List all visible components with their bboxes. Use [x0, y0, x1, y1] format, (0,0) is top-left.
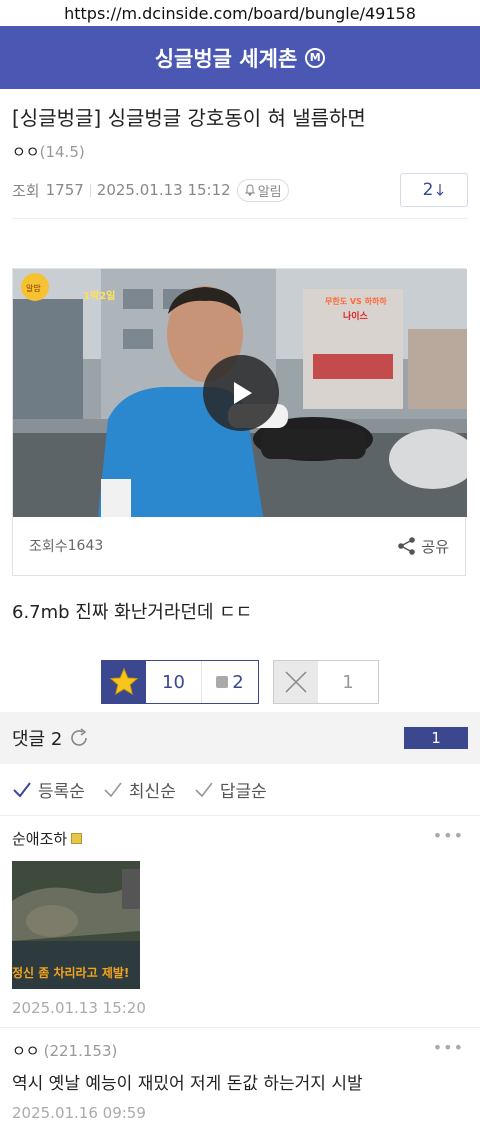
- comment-item: 순애조하 ••• 정신 좀 차리라고 제발! 2025.01.13 15:20: [0, 816, 480, 1028]
- dccon-image: 정신 좀 차리라고 제발!: [12, 861, 140, 989]
- gallery-header[interactable]: 싱글벙글 세계촌 M: [0, 26, 480, 89]
- sort-label: 최신순: [128, 782, 176, 802]
- comment-count: 2: [422, 180, 434, 200]
- video-overlay-logo: 알밥: [26, 283, 41, 293]
- more-icon[interactable]: •••: [433, 1038, 464, 1057]
- url-bar[interactable]: https://m.dcinside.com/board/bungle/4915…: [0, 0, 480, 26]
- comment-text: 역시 옛날 예능이 재밌어 저게 돈값 하는거지 시발: [12, 1074, 363, 1094]
- more-icon[interactable]: •••: [433, 826, 464, 845]
- dccon-picture: 정신 좀 차리라고 제발!: [12, 861, 140, 989]
- sort-replies[interactable]: 답글순: [194, 777, 267, 802]
- video-views-label: 조회수: [29, 539, 68, 555]
- divider: [89, 183, 91, 197]
- comments-count: 2: [50, 729, 63, 750]
- post-writer[interactable]: ㅇㅇ(14.5): [12, 141, 468, 162]
- video-overlay-right-1: 무한도 VS 하하하: [325, 296, 387, 306]
- sort-latest[interactable]: 최신순: [103, 777, 176, 802]
- post-body-text: 6.7mb 진짜 화난거라던데 ㄷㄷ: [12, 602, 253, 623]
- recommend-box: 10 2: [101, 660, 259, 704]
- refresh-icon[interactable]: [68, 727, 90, 749]
- minor-gallery-badge: M: [305, 47, 326, 68]
- post-header: [싱글벙글] 싱글벙글 강호동이 혀 낼름하면 ㅇㅇ(14.5) 조회 1757…: [0, 89, 480, 219]
- post-date: 2025.01.13 15:12: [96, 181, 231, 199]
- sort-label: 등록순: [38, 782, 85, 802]
- check-icon: [195, 782, 213, 797]
- comment-writer[interactable]: 순애조하: [12, 828, 468, 849]
- fixed-recommend[interactable]: 2: [202, 661, 258, 703]
- check-icon: [104, 782, 122, 797]
- check-icon: [13, 781, 31, 798]
- comment-date: 2025.01.16 09:59: [12, 1104, 146, 1122]
- comment-sort-row: 등록순 최신순 답글순: [0, 764, 480, 816]
- nonrecommend-button[interactable]: [274, 661, 318, 703]
- video-footer: 조회수 1643 공유: [13, 517, 465, 575]
- fixed-recommend-count: 2: [232, 671, 244, 693]
- divider: [12, 218, 468, 219]
- recommend-button[interactable]: [102, 661, 146, 703]
- views-label: 조회: [12, 181, 40, 200]
- alarm-button[interactable]: 알림: [236, 178, 289, 202]
- writer-nick[interactable]: ㅇㅇ: [12, 143, 40, 161]
- bell-icon: [244, 184, 255, 196]
- dccon-caption: 정신 좀 차리라고 제발!: [12, 965, 129, 980]
- comment-writer[interactable]: ㅇㅇ (221.153): [12, 1040, 468, 1061]
- url-text: https://m.dcinside.com/board/bungle/4915…: [64, 3, 416, 23]
- share-button[interactable]: 공유: [397, 536, 449, 557]
- star-icon: [109, 667, 139, 696]
- recommend-count: 10: [146, 661, 202, 703]
- comment-nick[interactable]: ㅇㅇ: [12, 1040, 40, 1061]
- sort-label: 답글순: [219, 782, 267, 802]
- share-label: 공유: [421, 537, 449, 556]
- writer-ip: (14.5): [39, 143, 85, 161]
- views-count: 1757: [45, 181, 84, 199]
- comment-ip: (221.153): [43, 1041, 118, 1060]
- post-title: [싱글벙글] 싱글벙글 강호동이 혀 낼름하면: [12, 106, 366, 130]
- comment-item: ㅇㅇ (221.153) ••• 역시 옛날 예능이 재밌어 저게 돈값 하는거지…: [0, 1028, 480, 1132]
- video-views: 1643: [67, 538, 104, 554]
- share-icon: [398, 537, 416, 555]
- video-overlay-right-2: 나이스: [343, 310, 369, 322]
- gallery-title[interactable]: 싱글벙글 세계촌: [155, 43, 298, 73]
- comment-page-button[interactable]: 1: [404, 727, 468, 749]
- x-icon: [285, 671, 307, 693]
- arrow-down-icon: [436, 184, 444, 196]
- vote-row: 10 2 1: [101, 660, 379, 704]
- post-meta: 조회 1757 2025.01.13 15:12 알림: [12, 178, 289, 202]
- fixed-nick-icon: [71, 833, 83, 844]
- play-icon: [234, 382, 252, 404]
- play-button[interactable]: [203, 355, 279, 431]
- comment-date: 2025.01.13 15:20: [12, 999, 146, 1017]
- alarm-label: 알림: [257, 184, 282, 200]
- video-card: 알밥 1박2일 무한도 VS 하하하 나이스 조회수 1643 공유: [12, 268, 467, 576]
- comments-label: 댓글 2: [12, 729, 63, 750]
- post-meta-row: 조회 1757 2025.01.13 15:12 알림 2: [12, 172, 468, 208]
- sort-registered[interactable]: 등록순: [12, 777, 85, 802]
- comment-nick[interactable]: 순애조하: [12, 828, 67, 849]
- video-player[interactable]: 알밥 1박2일 무한도 VS 하하하 나이스: [13, 269, 467, 517]
- comment-jump-button[interactable]: 2: [400, 173, 468, 207]
- comments-header: 댓글 2 1: [0, 712, 480, 764]
- nonrecommend-count: 1: [342, 671, 354, 693]
- video-overlay-title: 1박2일: [83, 289, 115, 302]
- nonrecommend-box: 1: [273, 660, 379, 704]
- fix-icon: [216, 676, 229, 688]
